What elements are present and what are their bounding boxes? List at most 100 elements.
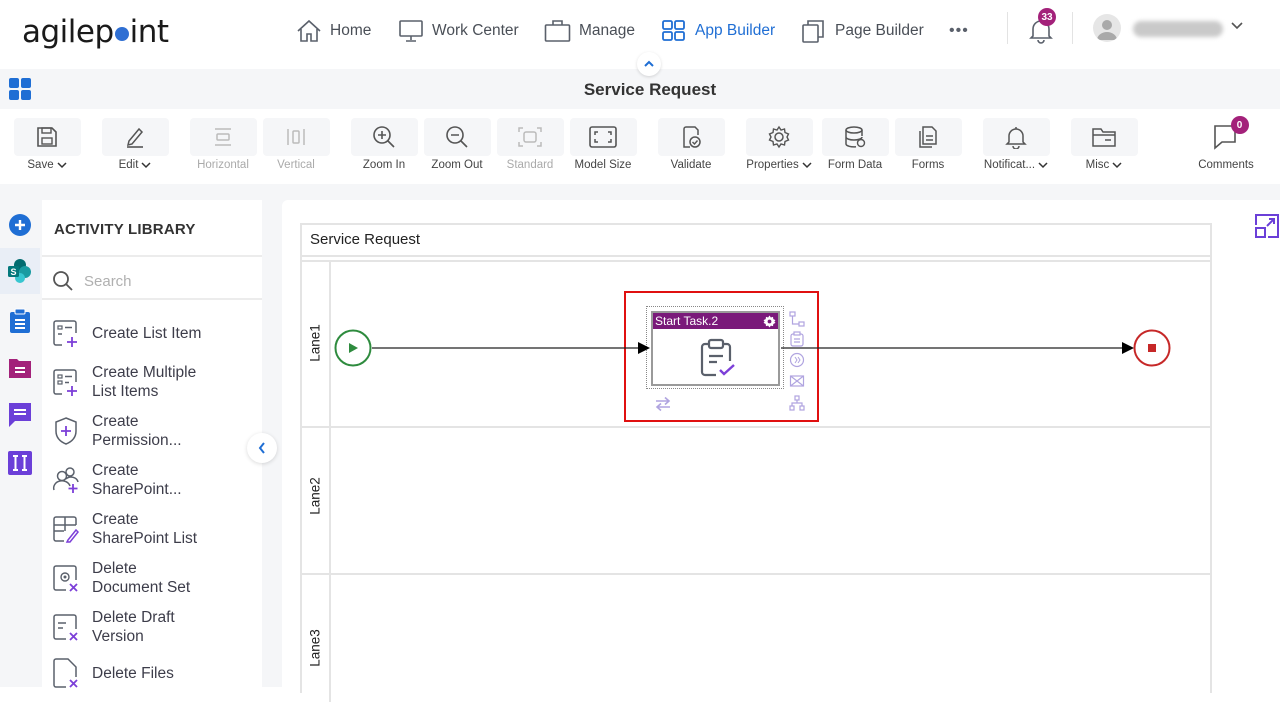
zoom-in-button[interactable]: Zoom In bbox=[350, 118, 418, 171]
nav-manage[interactable]: Manage bbox=[544, 17, 635, 45]
save-label: Save bbox=[27, 159, 54, 171]
briefcase-icon bbox=[544, 20, 571, 42]
library-item-label: SharePoint List bbox=[92, 530, 198, 547]
rail-add[interactable] bbox=[0, 202, 40, 248]
collapse-header-button[interactable] bbox=[637, 52, 661, 76]
library-item-delete-files[interactable]: Delete Files bbox=[52, 657, 257, 689]
more-menu-button[interactable]: ••• bbox=[949, 17, 969, 45]
swap-arrows-icon[interactable] bbox=[654, 396, 672, 412]
zoom-out-button[interactable]: Zoom Out bbox=[423, 118, 491, 171]
horizontal-label: Horizontal bbox=[197, 159, 249, 171]
validate-button[interactable]: Validate bbox=[657, 118, 725, 171]
library-item-label: Delete bbox=[92, 560, 137, 577]
sharepoint-icon: S bbox=[8, 259, 31, 283]
database-icon bbox=[845, 126, 866, 148]
vertical-icon bbox=[287, 129, 305, 145]
hierarchy-icon[interactable] bbox=[789, 395, 805, 411]
library-item-delete-draft-version[interactable]: Delete Draft Version bbox=[52, 608, 257, 646]
misc-button[interactable]: Misc bbox=[1070, 118, 1138, 171]
pool-divider bbox=[302, 260, 1210, 262]
lane-header-divider bbox=[329, 262, 331, 702]
lane-divider bbox=[302, 426, 1210, 428]
app-builder-icon bbox=[662, 20, 685, 41]
library-item-create-multiple-list-items[interactable]: Create Multiple List Items bbox=[52, 363, 257, 401]
variables-icon[interactable] bbox=[789, 352, 805, 368]
properties-button[interactable]: Properties bbox=[745, 118, 813, 171]
connector-icon[interactable] bbox=[789, 311, 805, 327]
nav-work-center[interactable]: Work Center bbox=[398, 17, 519, 45]
rail-sharepoint[interactable]: S bbox=[0, 248, 40, 294]
list-edit-icon bbox=[53, 516, 80, 543]
forms-button[interactable]: Forms bbox=[894, 118, 962, 171]
lane-1-label[interactable]: Lane1 bbox=[308, 324, 323, 362]
edit-icon bbox=[126, 127, 144, 148]
form-data-button[interactable]: Form Data bbox=[821, 118, 889, 171]
library-item-label: Create bbox=[92, 462, 139, 479]
chevron-down-icon bbox=[57, 161, 67, 168]
lane-3-label[interactable]: Lane3 bbox=[308, 629, 323, 667]
save-button[interactable]: Save bbox=[13, 118, 81, 171]
horizontal-button[interactable]: Horizontal bbox=[189, 118, 257, 171]
library-item-create-sharepoint-list[interactable]: Create SharePoint List bbox=[52, 510, 257, 548]
gear-icon[interactable] bbox=[763, 315, 776, 328]
form-icon[interactable] bbox=[789, 331, 805, 347]
nav-app-builder-label: App Builder bbox=[695, 22, 776, 39]
email-icon[interactable] bbox=[789, 373, 805, 389]
library-item-create-permission[interactable]: Create Permission... bbox=[52, 412, 257, 450]
comments-label: Comments bbox=[1198, 159, 1254, 171]
rail-text-field[interactable] bbox=[0, 440, 40, 486]
add-icon bbox=[9, 214, 31, 236]
divider bbox=[42, 298, 262, 300]
start-event[interactable] bbox=[334, 329, 372, 367]
user-avatar[interactable] bbox=[1093, 14, 1121, 42]
username-redacted[interactable] bbox=[1133, 21, 1223, 37]
library-item-label: Create List Item bbox=[92, 324, 202, 342]
agilepoint-logo[interactable]: agilep int bbox=[22, 14, 169, 50]
chevron-left-icon bbox=[258, 442, 265, 454]
collapse-library-button[interactable] bbox=[247, 433, 277, 463]
zoom-in-label: Zoom In bbox=[362, 159, 406, 171]
rail-clipboard[interactable] bbox=[0, 298, 40, 344]
end-event[interactable] bbox=[1133, 329, 1171, 367]
vertical-button[interactable]: Vertical bbox=[262, 118, 330, 171]
model-size-icon bbox=[589, 126, 617, 148]
nav-work-center-label: Work Center bbox=[432, 22, 519, 39]
folder-doc-icon bbox=[9, 359, 31, 378]
model-size-button[interactable]: Model Size bbox=[569, 118, 637, 171]
lane-2-label[interactable]: Lane2 bbox=[308, 477, 323, 515]
notifications-label: Notificat... bbox=[983, 159, 1036, 171]
logo-text-end: int bbox=[129, 14, 169, 50]
edit-button[interactable]: Edit bbox=[101, 118, 169, 171]
library-item-label: Delete Draft bbox=[92, 609, 175, 626]
task-header: Start Task.2 bbox=[653, 313, 778, 329]
expand-icon[interactable] bbox=[1254, 213, 1280, 239]
folder-icon bbox=[1092, 128, 1116, 147]
monitor-icon bbox=[399, 20, 423, 42]
search-icon bbox=[53, 271, 73, 291]
user-menu-chevron-icon[interactable] bbox=[1230, 21, 1244, 31]
standard-button[interactable]: Standard bbox=[496, 118, 564, 171]
rail-chat[interactable] bbox=[0, 392, 40, 438]
edit-label: Edit bbox=[118, 159, 139, 171]
title-bar: Service Request bbox=[0, 69, 1280, 109]
zoom-out-icon bbox=[446, 126, 468, 148]
notifications-toolbar-button[interactable]: Notificat... bbox=[982, 118, 1050, 171]
start-task-activity[interactable]: Start Task.2 bbox=[651, 311, 780, 386]
lane-divider bbox=[302, 573, 1210, 575]
library-item-delete-document-set[interactable]: Delete Document Set bbox=[52, 559, 257, 597]
chat-icon bbox=[9, 403, 31, 427]
nav-divider bbox=[1072, 12, 1073, 44]
rail-documents[interactable] bbox=[0, 345, 40, 391]
standard-icon bbox=[518, 127, 542, 147]
comments-button[interactable]: 0 Comments bbox=[1192, 116, 1260, 171]
activity-library-title: ACTIVITY LIBRARY bbox=[54, 221, 196, 238]
nav-page-builder[interactable]: Page Builder bbox=[801, 17, 924, 45]
library-search-input[interactable] bbox=[84, 272, 244, 290]
chevron-down-icon bbox=[1038, 161, 1048, 168]
model-size-label: Model Size bbox=[574, 159, 632, 171]
nav-home[interactable]: Home bbox=[296, 17, 371, 45]
nav-app-builder[interactable]: App Builder bbox=[661, 17, 775, 45]
notifications-button[interactable]: 33 bbox=[1028, 8, 1056, 49]
library-item-create-list-item[interactable]: Create List Item bbox=[52, 317, 257, 349]
library-item-create-sharepoint-group[interactable]: Create SharePoint... bbox=[52, 461, 257, 499]
